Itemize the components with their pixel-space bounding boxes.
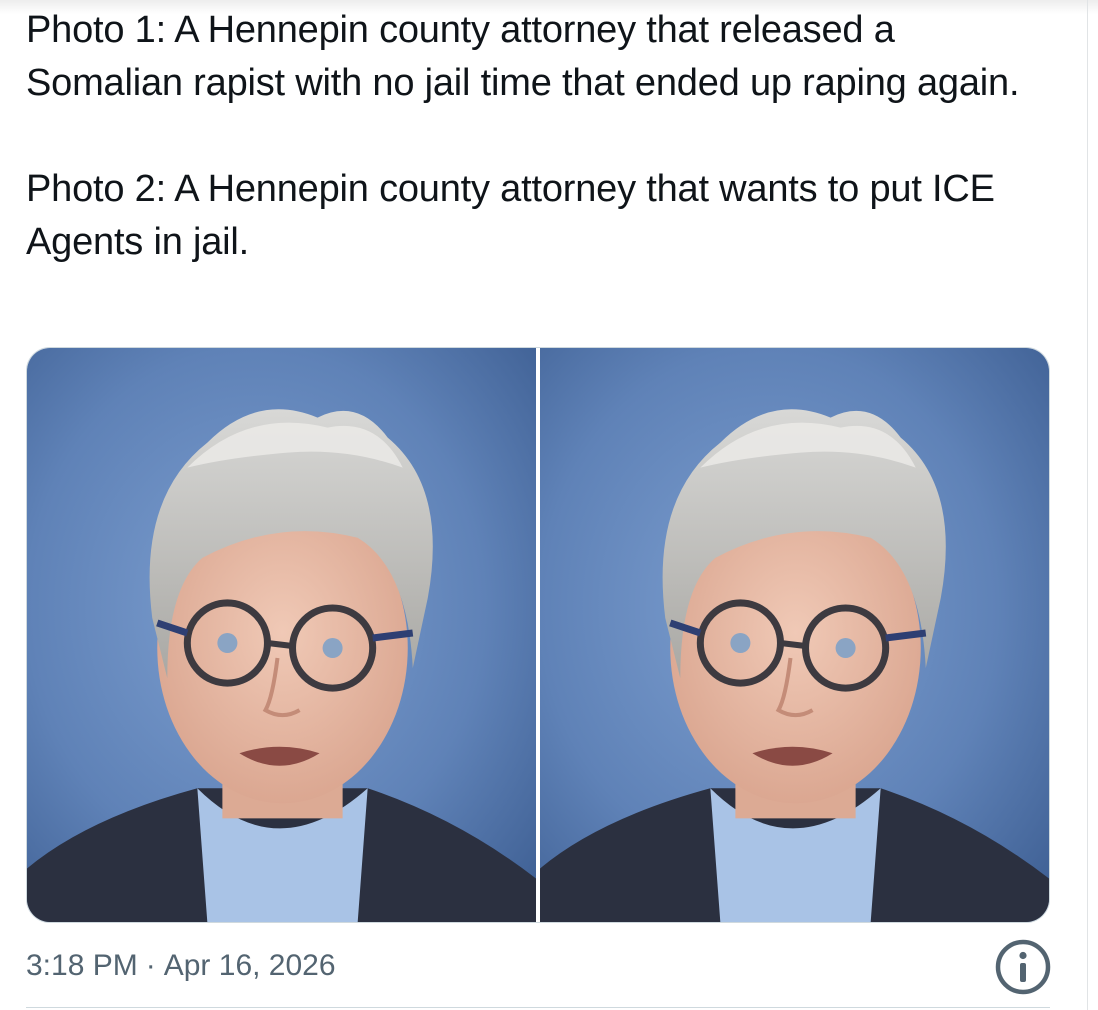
portrait-photo-icon [540,348,1049,922]
tweet-text: Photo 1: A Hennepin county attorney that… [26,4,1050,269]
tweet-text-paragraph-1: Photo 1: A Hennepin county attorney that… [26,9,1020,104]
tweet-text-paragraph-2: Photo 2: A Hennepin county attorney that… [26,168,995,263]
portrait-photo-icon [27,348,536,922]
info-button[interactable] [994,938,1052,996]
divider [26,1007,1050,1008]
tweet-date: Apr 16, 2026 [163,949,336,983]
tweet-timestamp[interactable]: 3:18 PM · Apr 16, 2026 [26,942,336,988]
tweet-photo-2[interactable] [540,348,1049,922]
info-circle-icon [995,939,1051,995]
tweet-detail: Photo 1: A Hennepin county attorney that… [26,0,1052,1010]
scrollbar-track[interactable] [1087,0,1088,1010]
tweet-photo-1[interactable] [27,348,536,922]
tweet-media-grid [26,347,1050,923]
timestamp-separator: · [145,949,156,983]
tweet-time: 3:18 PM [26,949,138,983]
